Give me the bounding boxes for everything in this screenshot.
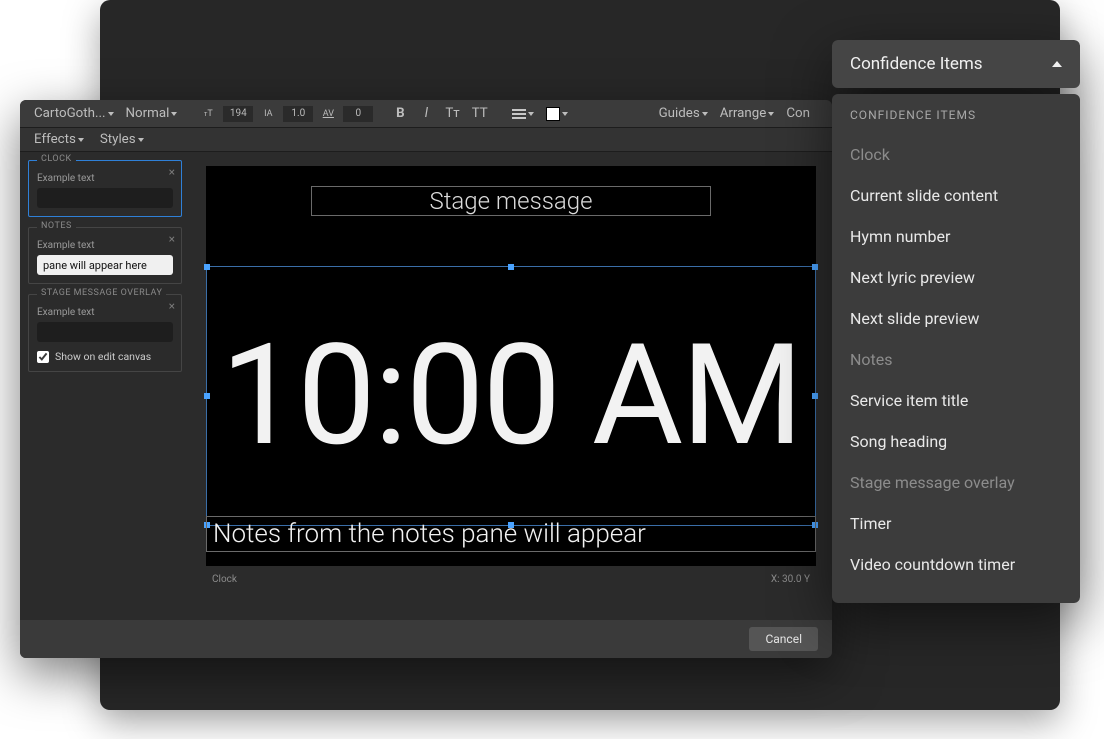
app-body: Clock × Example text Notes × Example tex… xyxy=(20,152,832,620)
panel-clock-title: Clock xyxy=(37,154,76,164)
resize-handle[interactable] xyxy=(812,393,818,399)
canvas[interactable]: Stage message 10:00 AM Notes from the no… xyxy=(206,166,816,566)
chevron-down-icon xyxy=(562,112,568,116)
arrange-label: Arrange xyxy=(720,106,767,121)
strike-button[interactable]: Tт xyxy=(441,104,463,124)
confidence-item[interactable]: Timer xyxy=(850,503,1062,544)
letter-spacing-input[interactable] xyxy=(343,106,373,122)
sidebar: Clock × Example text Notes × Example tex… xyxy=(20,152,190,620)
secondary-toolbar: Effects Styles xyxy=(20,128,832,152)
font-family-label: CartoGoth... xyxy=(34,106,106,121)
font-weight-select[interactable]: Normal xyxy=(122,104,182,124)
chevron-down-icon xyxy=(78,138,84,142)
color-button[interactable] xyxy=(542,104,572,124)
confidence-item[interactable]: Video countdown timer xyxy=(850,544,1062,585)
resize-handle[interactable] xyxy=(204,393,210,399)
confidence-item: Clock xyxy=(850,134,1062,175)
line-height-icon: IA xyxy=(257,104,279,124)
confidence-item: Stage message overlay xyxy=(850,462,1062,503)
confidence-dropdown-toggle[interactable]: Confidence Items xyxy=(832,40,1080,88)
confidence-dropdown: Confidence Items Confidence Items ClockC… xyxy=(832,40,1080,603)
notes-box[interactable]: Notes from the notes pane will appear xyxy=(206,516,816,552)
confidence-menu-short[interactable]: Con xyxy=(782,104,814,124)
confidence-menu: Confidence Items ClockCurrent slide cont… xyxy=(832,94,1080,603)
close-icon[interactable]: × xyxy=(169,232,175,246)
styles-label: Styles xyxy=(100,132,136,147)
coord-readout: X: 30.0 Y xyxy=(771,574,810,585)
italic-button[interactable]: I xyxy=(415,104,437,124)
confidence-item[interactable]: Next slide preview xyxy=(850,298,1062,339)
resize-handle[interactable] xyxy=(812,264,818,270)
guides-label: Guides xyxy=(659,106,700,121)
confidence-item[interactable]: Current slide content xyxy=(850,175,1062,216)
confidence-item[interactable]: Service item title xyxy=(850,380,1062,421)
show-on-canvas-checkbox[interactable] xyxy=(37,351,49,363)
resize-handle[interactable] xyxy=(204,264,210,270)
canvas-wrap: Stage message 10:00 AM Notes from the no… xyxy=(190,152,832,620)
font-family-select[interactable]: CartoGoth... xyxy=(30,104,118,124)
cancel-button[interactable]: Cancel xyxy=(749,627,818,651)
panel-stage-title: Stage message overlay xyxy=(37,288,166,298)
color-swatch-icon xyxy=(546,107,560,121)
clock-text: 10:00 AM xyxy=(221,326,802,466)
panel-notes-title: Notes xyxy=(37,221,76,231)
chevron-down-icon xyxy=(171,112,177,116)
chevron-down-icon xyxy=(138,138,144,142)
align-icon xyxy=(512,109,526,119)
close-icon[interactable]: × xyxy=(169,165,175,179)
font-weight-label: Normal xyxy=(126,106,170,121)
chevron-down-icon xyxy=(768,112,774,116)
selection-name: Clock xyxy=(212,574,237,585)
effects-label: Effects xyxy=(34,132,76,147)
effects-menu[interactable]: Effects xyxy=(30,130,88,150)
line-height-input[interactable] xyxy=(283,106,313,122)
notes-text: Notes from the notes pane will appear xyxy=(213,519,646,549)
notes-example-input[interactable] xyxy=(37,255,173,275)
font-size-icon: тT xyxy=(197,104,219,124)
chevron-down-icon xyxy=(702,112,708,116)
guides-menu[interactable]: Guides xyxy=(655,104,712,124)
chevron-down-icon xyxy=(528,112,534,116)
confidence-item[interactable]: Next lyric preview xyxy=(850,257,1062,298)
editor-window: CartoGoth... Normal тT IA AV B I Tт TT xyxy=(20,100,832,658)
align-button[interactable] xyxy=(508,104,538,124)
example-text-label: Example text xyxy=(37,173,173,184)
panel-notes[interactable]: Notes × Example text xyxy=(28,227,182,284)
example-text-label: Example text xyxy=(37,240,173,251)
confidence-item[interactable]: Song heading xyxy=(850,421,1062,462)
stage-message-box[interactable]: Stage message xyxy=(311,186,711,216)
show-on-canvas-label: Show on edit canvas xyxy=(55,350,151,363)
statusbar: Clock X: 30.0 Y xyxy=(190,566,832,589)
caps-button[interactable]: TT xyxy=(468,104,492,124)
panel-stage-overlay[interactable]: Stage message overlay × Example text Sho… xyxy=(28,294,182,372)
close-icon[interactable]: × xyxy=(169,299,175,313)
arrange-menu[interactable]: Arrange xyxy=(716,104,779,124)
stage-message-text: Stage message xyxy=(429,187,592,215)
confidence-item[interactable]: Hymn number xyxy=(850,216,1062,257)
letter-spacing-icon: AV xyxy=(317,104,339,124)
font-size-input[interactable] xyxy=(223,106,253,122)
bold-button[interactable]: B xyxy=(389,104,411,124)
styles-menu[interactable]: Styles xyxy=(96,130,148,150)
conf-short-label: Con xyxy=(786,106,810,121)
clock-box[interactable]: 10:00 AM xyxy=(206,266,816,526)
confidence-menu-header: Confidence Items xyxy=(850,108,1062,122)
confidence-item: Notes xyxy=(850,339,1062,380)
chevron-down-icon xyxy=(108,112,114,116)
clock-example-input[interactable] xyxy=(37,188,173,208)
stage-example-input[interactable] xyxy=(37,322,173,342)
confidence-button-label: Confidence Items xyxy=(850,54,983,74)
panel-clock[interactable]: Clock × Example text xyxy=(28,160,182,217)
footer-bar: Cancel xyxy=(20,620,832,658)
chevron-up-icon xyxy=(1052,61,1062,67)
format-toolbar: CartoGoth... Normal тT IA AV B I Tт TT xyxy=(20,100,832,128)
example-text-label: Example text xyxy=(37,307,173,318)
resize-handle[interactable] xyxy=(508,264,514,270)
